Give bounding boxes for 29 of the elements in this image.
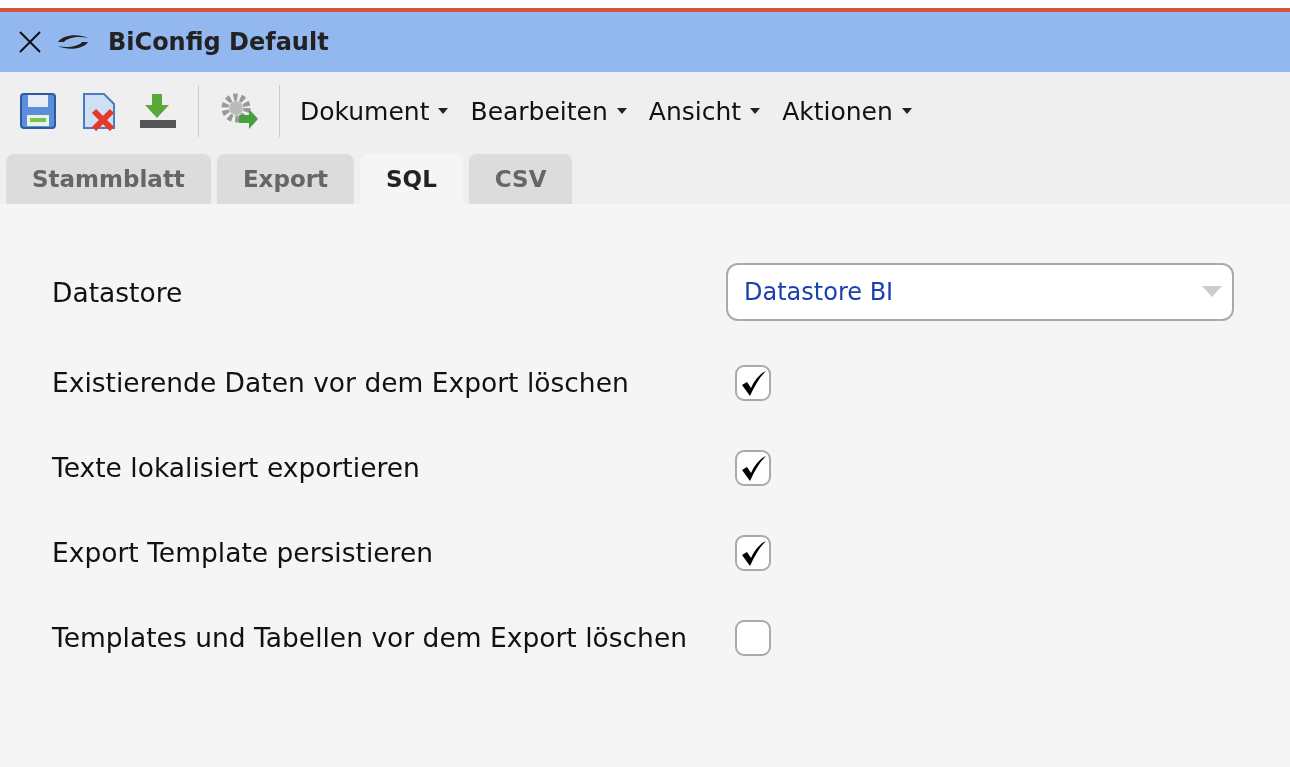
datastore-label: Datastore (52, 276, 184, 308)
window-title: BiConfig Default (108, 28, 329, 56)
option-label: Templates und Tabellen vor dem Export löschen (52, 622, 688, 653)
caret-icon (750, 108, 761, 114)
gear-arrow-icon[interactable] (219, 91, 259, 131)
caret-icon (1202, 286, 1222, 298)
checkbox[interactable] (735, 364, 771, 401)
menu-button[interactable]: Aktionen (782, 96, 912, 126)
menu-button[interactable]: Ansicht (648, 96, 761, 126)
checkbox[interactable] (735, 534, 771, 571)
download-icon[interactable] (138, 91, 178, 131)
save-icon[interactable] (18, 91, 58, 131)
tab[interactable]: SQL (360, 154, 463, 204)
caret-icon (438, 108, 449, 114)
option-label: Export Template persistieren (52, 537, 434, 568)
close-icon[interactable] (18, 30, 42, 54)
swirl-logo-icon (56, 33, 90, 51)
tab[interactable]: Export (216, 154, 355, 204)
option-label: Texte lokalisiert exportieren (52, 452, 421, 483)
caret-icon (616, 108, 627, 114)
option-label: Existierende Daten vor dem Export löschen (52, 367, 630, 398)
tab[interactable]: Stammblatt (6, 154, 211, 204)
datastore-dropdown[interactable]: Datastore BI (726, 263, 1234, 321)
caret-icon (901, 108, 912, 114)
tab[interactable]: CSV (468, 154, 573, 204)
menu-button[interactable]: Bearbeiten (470, 96, 627, 126)
checkbox[interactable] (735, 619, 771, 656)
menu-button[interactable]: Dokument (300, 96, 449, 126)
checkbox[interactable] (735, 449, 771, 486)
